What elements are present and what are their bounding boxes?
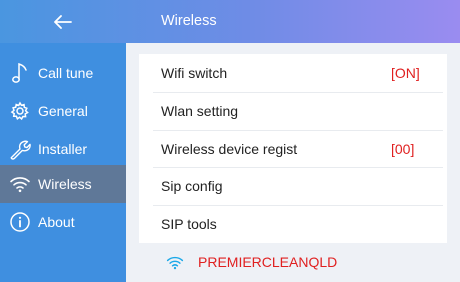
- page-title: Wireless: [161, 13, 217, 29]
- network-ssid: PREMIERCLEANQLD: [198, 254, 338, 270]
- wifi-icon: [166, 255, 188, 270]
- wifi-switch-row[interactable]: Wifi switch [ON]: [139, 54, 447, 92]
- wireless-device-regist-row[interactable]: Wireless device regist [00]: [139, 130, 447, 168]
- sidebar-item-label: Call tune: [38, 65, 94, 81]
- wrench-icon: [0, 130, 40, 168]
- info-icon: [0, 203, 40, 241]
- wifi-switch-status: [ON]: [391, 65, 420, 81]
- device-count-value: [00]: [391, 141, 415, 157]
- music-note-icon: [0, 54, 40, 92]
- sidebar-item-wireless[interactable]: Wireless: [0, 165, 126, 203]
- row-label: Wifi switch: [161, 65, 228, 81]
- connected-network: PREMIERCLEANQLD: [166, 249, 337, 275]
- gear-icon: [0, 92, 40, 130]
- sidebar-item-about[interactable]: About: [0, 203, 126, 241]
- sidebar-item-call-tune[interactable]: Call tune: [0, 54, 126, 92]
- main-panel: Wifi switch [ON] Wlan setting Wireless d…: [126, 43, 460, 282]
- back-button[interactable]: [0, 0, 126, 43]
- back-arrow-icon: [54, 14, 72, 29]
- sidebar-item-label: About: [38, 214, 75, 230]
- sip-tools-row[interactable]: SIP tools: [139, 205, 447, 243]
- wifi-icon: [0, 165, 40, 203]
- sidebar-item-label: Wireless: [38, 176, 92, 192]
- wlan-setting-row[interactable]: Wlan setting: [139, 92, 447, 130]
- sidebar: Call tune General Installer Wireless Abo…: [0, 43, 126, 282]
- sidebar-item-label: Installer: [38, 141, 88, 157]
- row-label: Wireless device regist: [161, 141, 298, 157]
- sidebar-item-general[interactable]: General: [0, 92, 126, 130]
- sidebar-item-label: General: [38, 103, 88, 119]
- sip-config-row[interactable]: Sip config: [139, 167, 447, 205]
- header-bar: Wireless: [0, 0, 460, 43]
- row-label: Wlan setting: [161, 103, 239, 119]
- settings-list: Wifi switch [ON] Wlan setting Wireless d…: [139, 54, 447, 243]
- row-label: SIP tools: [161, 216, 217, 232]
- sidebar-item-installer[interactable]: Installer: [0, 130, 126, 168]
- row-label: Sip config: [161, 178, 223, 194]
